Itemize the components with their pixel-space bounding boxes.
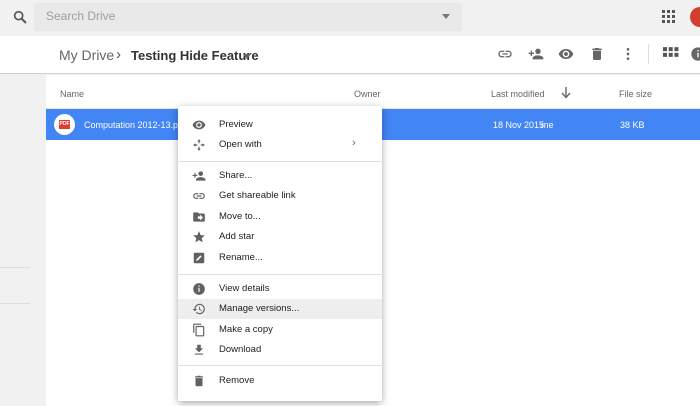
trash-icon[interactable] bbox=[589, 46, 605, 62]
left-nav-pane bbox=[0, 75, 46, 406]
breadcrumb-my-drive[interactable]: My Drive bbox=[59, 47, 114, 63]
menu-item-label: Move to... bbox=[219, 211, 261, 222]
star-icon bbox=[193, 231, 205, 243]
file-size: 38 KB bbox=[620, 120, 645, 130]
menu-item-add-star[interactable]: Add star bbox=[178, 227, 382, 247]
grid-view-icon[interactable] bbox=[663, 46, 679, 62]
submenu-chevron-icon: › bbox=[352, 137, 356, 149]
column-header-last-modified[interactable]: Last modified bbox=[491, 89, 545, 99]
menu-item-preview[interactable]: Preview bbox=[178, 115, 382, 135]
add-people-icon[interactable] bbox=[528, 46, 544, 62]
avatar[interactable] bbox=[690, 7, 700, 27]
person-add-icon bbox=[192, 171, 206, 181]
copy-icon bbox=[193, 323, 205, 337]
sort-down-arrow-icon[interactable] bbox=[561, 87, 571, 99]
rename-icon bbox=[193, 252, 205, 264]
trash-icon bbox=[194, 375, 204, 387]
menu-item-label: Get shareable link bbox=[219, 190, 296, 201]
toolbar-header: My Drive › Testing Hide Feature bbox=[0, 36, 700, 74]
menu-divider bbox=[178, 161, 382, 162]
folder-menu-caret-icon[interactable] bbox=[243, 54, 251, 59]
menu-item-download[interactable]: Download bbox=[178, 340, 382, 360]
more-vertical-icon[interactable] bbox=[620, 46, 636, 62]
menu-divider bbox=[178, 365, 382, 366]
pdf-icon: PDF bbox=[54, 114, 75, 135]
menu-item-label: Make a copy bbox=[219, 324, 273, 335]
column-header-name[interactable]: Name bbox=[60, 89, 84, 99]
menu-item-label: View details bbox=[219, 283, 270, 294]
menu-item-label: Rename... bbox=[219, 252, 263, 263]
link-icon bbox=[193, 193, 205, 199]
file-name: Computation 2012-13.pdf bbox=[84, 120, 186, 130]
search-box[interactable] bbox=[34, 3, 462, 31]
link-icon[interactable] bbox=[497, 46, 513, 62]
column-header-file-size[interactable]: File size bbox=[619, 89, 652, 99]
menu-item-rename[interactable]: Rename... bbox=[178, 248, 382, 268]
context-menu: Preview Open with › Share... Get shareab… bbox=[178, 106, 382, 401]
info-icon bbox=[193, 283, 205, 295]
menu-item-label: Download bbox=[219, 344, 262, 355]
menu-item-label: Open with bbox=[219, 139, 262, 150]
search-options-caret-icon[interactable] bbox=[442, 14, 450, 19]
menu-item-label: Share... bbox=[219, 170, 253, 181]
menu-item-label: Manage versions... bbox=[219, 303, 300, 314]
search-input[interactable] bbox=[46, 9, 426, 23]
menu-divider bbox=[178, 274, 382, 275]
menu-item-label: Add star bbox=[219, 231, 255, 242]
move-folder-icon bbox=[193, 212, 205, 222]
details-info-icon[interactable] bbox=[690, 46, 700, 62]
file-modified-by: me bbox=[541, 120, 554, 130]
menu-item-make-copy[interactable]: Make a copy bbox=[178, 320, 382, 340]
top-bar bbox=[0, 0, 700, 36]
breadcrumb-current-folder[interactable]: Testing Hide Feature bbox=[131, 48, 259, 63]
menu-item-share[interactable]: Share... bbox=[178, 166, 382, 186]
open-with-icon bbox=[193, 139, 205, 151]
search-icon[interactable] bbox=[12, 9, 28, 25]
file-modified-date: 18 Nov 2015 bbox=[493, 120, 545, 130]
column-header-owner[interactable]: Owner bbox=[354, 89, 381, 99]
menu-item-manage-versions[interactable]: Manage versions... bbox=[178, 299, 382, 319]
toolbar-divider bbox=[648, 44, 649, 64]
menu-item-remove[interactable]: Remove bbox=[178, 371, 382, 391]
apps-grid-icon[interactable] bbox=[662, 10, 676, 24]
menu-item-move-to[interactable]: Move to... bbox=[178, 207, 382, 227]
history-icon bbox=[192, 303, 205, 315]
menu-item-open-with[interactable]: Open with › bbox=[178, 135, 382, 155]
menu-item-label: Remove bbox=[219, 375, 255, 386]
menu-item-label: Preview bbox=[219, 119, 253, 130]
download-icon bbox=[194, 344, 204, 355]
menu-item-view-details[interactable]: View details bbox=[178, 279, 382, 299]
eye-icon[interactable] bbox=[558, 46, 574, 62]
nav-divider bbox=[0, 303, 30, 304]
menu-item-get-link[interactable]: Get shareable link bbox=[178, 186, 382, 206]
breadcrumb-separator: › bbox=[116, 46, 121, 63]
nav-divider bbox=[0, 267, 30, 268]
eye-icon bbox=[192, 120, 206, 130]
